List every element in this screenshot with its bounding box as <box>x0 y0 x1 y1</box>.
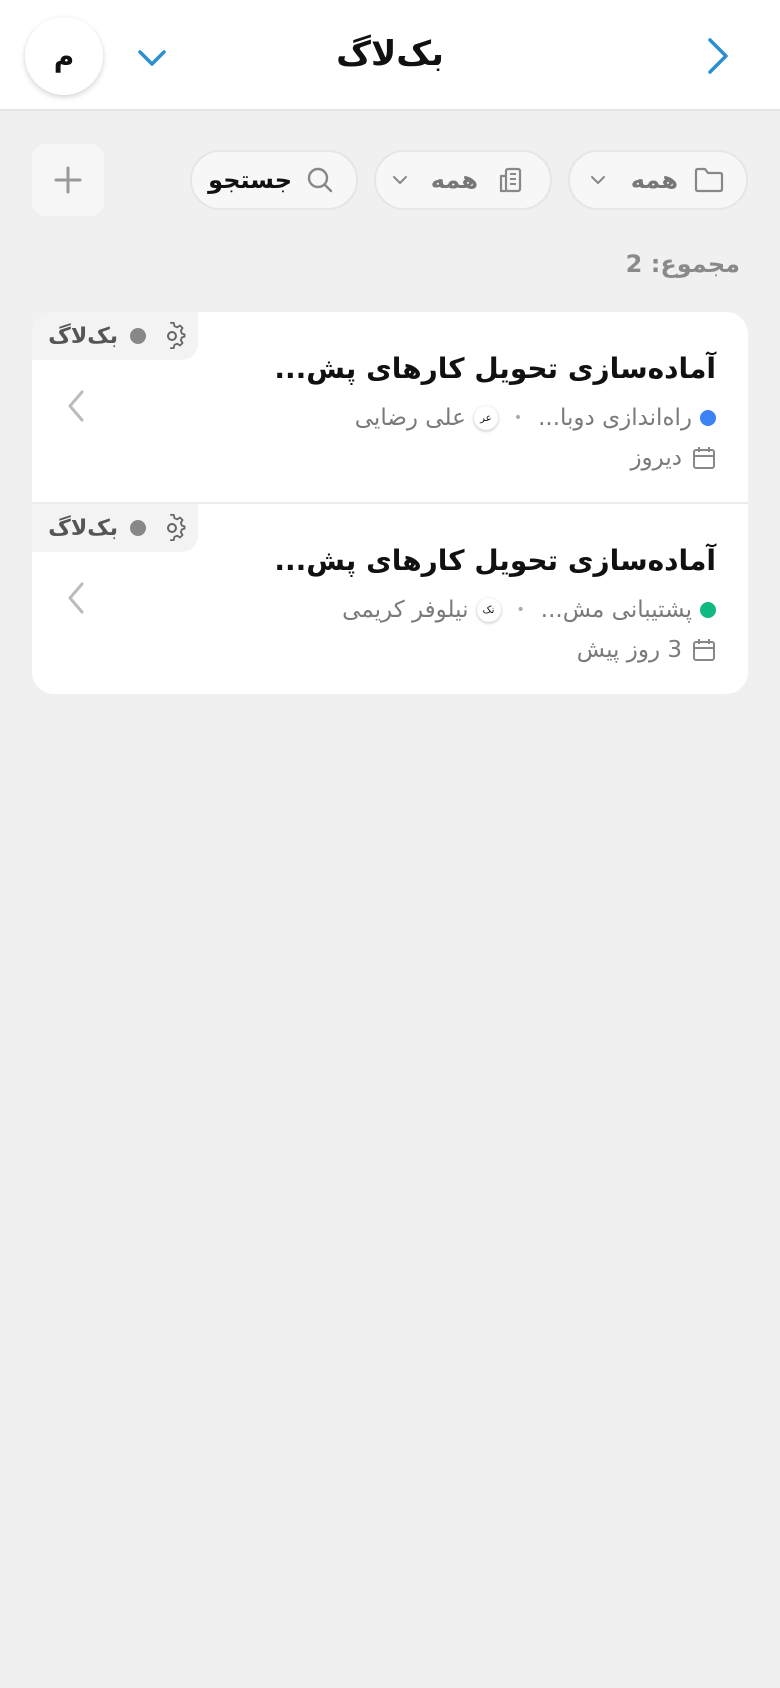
assignee-avatar: عر <box>473 406 498 430</box>
total-count: مجموع: 2 <box>625 250 740 278</box>
chevron-down-icon <box>392 176 407 184</box>
page-title: بک‌لاگ <box>336 34 444 74</box>
app-header: م بک‌لاگ <box>0 0 780 111</box>
folder-filter[interactable]: همه <box>568 150 748 210</box>
task-date: 3 روز پیش <box>577 632 716 668</box>
workspace-filter-label: همه <box>430 166 478 194</box>
status-badge: بک‌لاگ <box>32 312 198 360</box>
chevron-left-icon[interactable] <box>62 388 90 424</box>
gear-icon[interactable] <box>158 514 186 542</box>
status-dot <box>130 328 146 344</box>
add-button[interactable] <box>32 144 104 216</box>
building-icon <box>499 167 522 193</box>
task-card[interactable]: بک‌لاگ آماده‌سازی تحویل کارهای پش... پشت… <box>32 502 748 692</box>
assignee-avatar: نک <box>476 598 501 622</box>
status-dot <box>130 520 146 536</box>
task-date: دیروز <box>630 440 716 476</box>
plus-icon <box>54 166 82 194</box>
separator-dot: • <box>516 602 525 618</box>
task-list: بک‌لاگ آماده‌سازی تحویل کارهای پش... راه… <box>32 312 748 694</box>
status-badge: بک‌لاگ <box>32 504 198 552</box>
assignee-name: نیلوفر کریمی <box>342 597 469 623</box>
task-title: آماده‌سازی تحویل کارهای پش... <box>274 544 716 577</box>
project-color-dot <box>700 602 716 618</box>
status-label: بک‌لاگ <box>48 323 118 349</box>
task-title: آماده‌سازی تحویل کارهای پش... <box>274 352 716 385</box>
workspace-filter[interactable]: همه <box>374 150 552 210</box>
chevron-down-icon <box>590 176 605 184</box>
separator-dot: • <box>513 410 523 426</box>
gear-icon[interactable] <box>158 322 186 350</box>
project-color-dot <box>700 410 716 426</box>
date-label: 3 روز پیش <box>576 637 682 663</box>
folder-icon <box>694 167 724 193</box>
chevron-right-icon[interactable] <box>700 36 736 76</box>
folder-filter-label: همه <box>630 166 678 194</box>
date-label: دیروز <box>630 445 682 471</box>
calendar-icon <box>693 447 715 469</box>
task-card[interactable]: بک‌لاگ آماده‌سازی تحویل کارهای پش... راه… <box>32 312 748 502</box>
assignee-name: علی رضایی <box>354 405 466 431</box>
task-meta: پشتیبانی مش... • نک نیلوفر کریمی <box>342 592 716 628</box>
project-name: راه‌اندازی دوبا... <box>538 405 692 431</box>
search-icon <box>307 167 333 193</box>
search-label: جستجو <box>208 166 292 194</box>
calendar-icon <box>693 639 715 661</box>
search-button[interactable]: جستجو <box>190 150 358 210</box>
status-label: بک‌لاگ <box>48 515 118 541</box>
task-meta: راه‌اندازی دوبا... • عر علی رضایی <box>355 400 716 436</box>
project-name: پشتیبانی مش... <box>540 597 692 623</box>
filter-bar: همه همه جستجو <box>0 144 780 218</box>
chevron-left-icon[interactable] <box>62 580 90 616</box>
